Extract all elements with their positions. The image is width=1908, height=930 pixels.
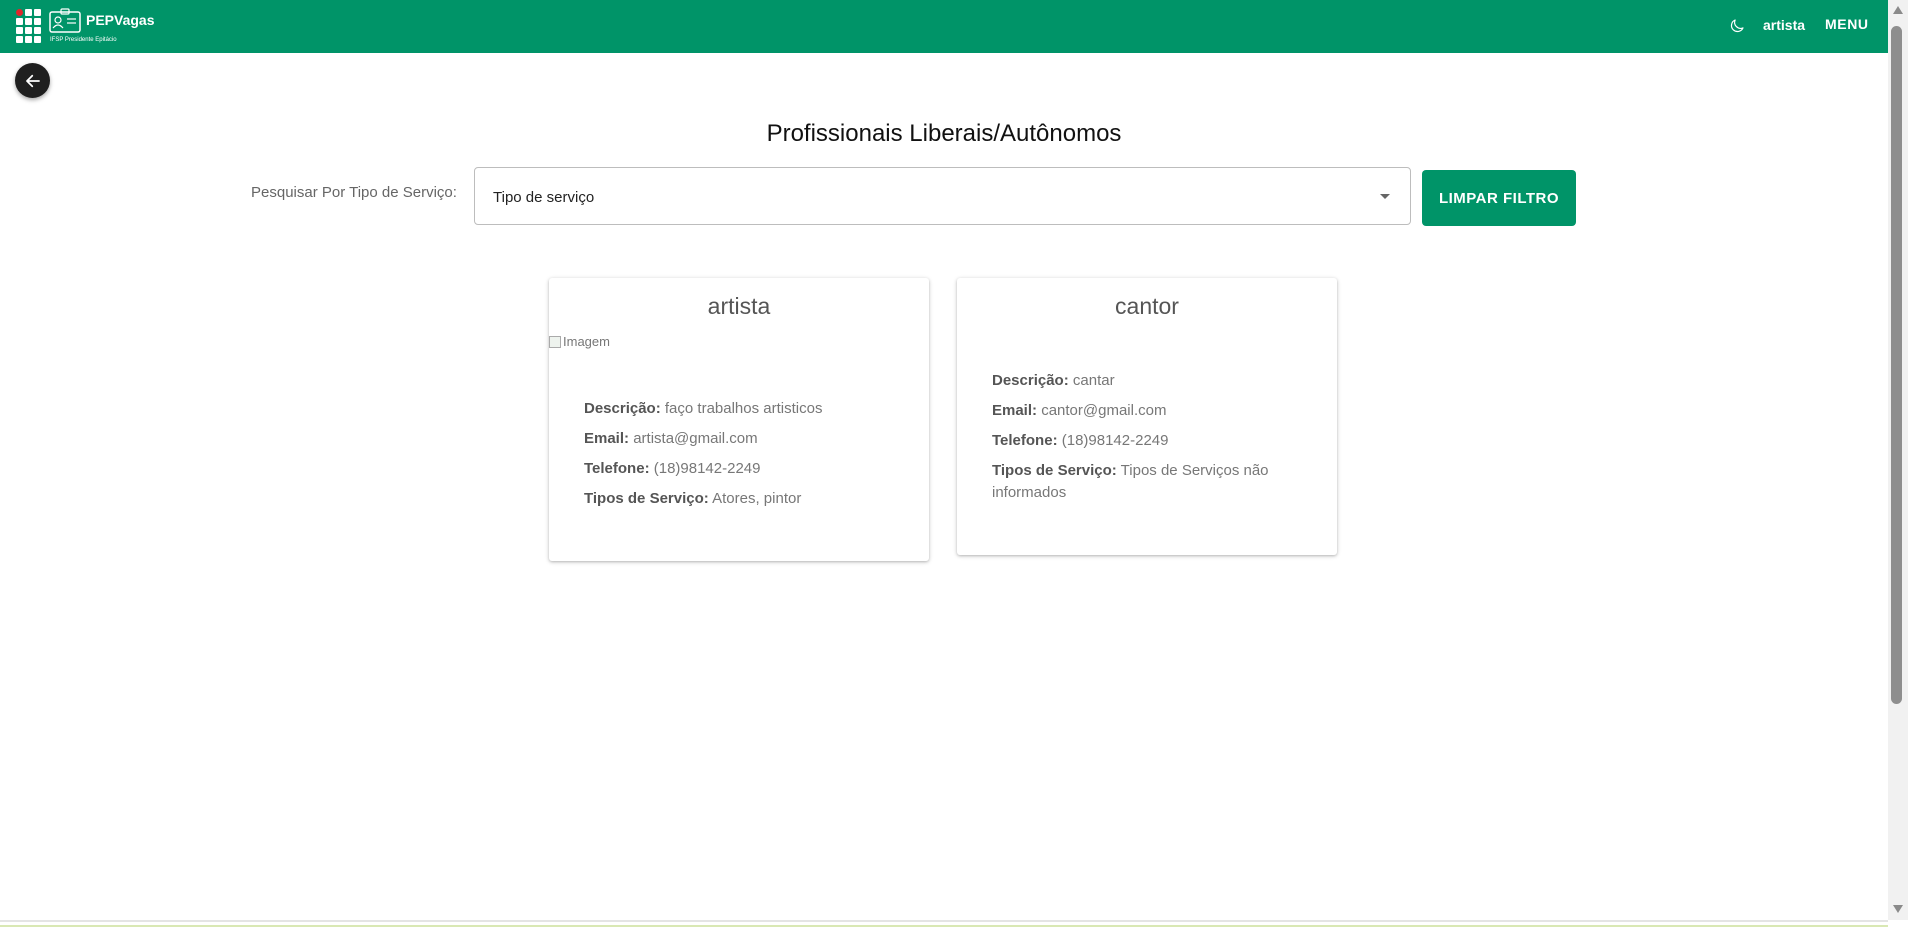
caret-down-icon — [1380, 194, 1390, 199]
description-label: Descrição: — [584, 400, 661, 417]
profile-image: Imagem — [549, 334, 610, 349]
page: PEPVagas IFSP Presidente Epitácio artist… — [0, 0, 1908, 930]
moon-icon[interactable] — [1728, 17, 1746, 35]
services-row: Tipos de Serviço: Atores, pintor — [584, 488, 904, 510]
email-value: artista@gmail.com — [633, 430, 758, 447]
professional-card[interactable]: artista Imagem Descrição: faço trabalhos… — [549, 278, 929, 561]
scrollbar-thumb[interactable] — [1891, 26, 1902, 704]
services-label: Tipos de Serviço: — [584, 490, 709, 507]
menu-button[interactable]: MENU — [1825, 16, 1869, 32]
card-title: artista — [707, 293, 771, 319]
description-value: cantar — [1072, 372, 1115, 389]
phone-label: Telefone: — [992, 432, 1058, 449]
service-type-select[interactable]: Tipo de serviço — [474, 167, 1411, 225]
scroll-down-arrow-icon[interactable] — [1893, 905, 1903, 913]
card-title: cantor — [1115, 293, 1179, 319]
phone-value: (18)98142-2249 — [653, 460, 761, 477]
brand-title[interactable]: PEPVagas — [86, 12, 155, 28]
broken-image-icon — [549, 335, 561, 348]
email-row: Email: artista@gmail.com — [584, 428, 904, 450]
bottom-accent-line — [0, 925, 1888, 927]
email-label: Email: — [584, 430, 630, 447]
bottom-divider — [0, 920, 1888, 922]
page-title: Profissionais Liberais/Autônomos — [766, 120, 1122, 147]
description-row: Descrição: faço trabalhos artisticos — [584, 398, 904, 420]
filter-label: Pesquisar Por Tipo de Serviço: — [251, 184, 457, 201]
phone-row: Telefone: (18)98142-2249 — [584, 458, 904, 480]
phone-value: (18)98142-2249 — [1061, 432, 1169, 449]
top-app-bar: PEPVagas IFSP Presidente Epitácio artist… — [0, 0, 1888, 53]
email-value: cantor@gmail.com — [1041, 402, 1167, 419]
phone-row: Telefone: (18)98142-2249 — [992, 430, 1312, 452]
select-value: Tipo de serviço — [493, 189, 595, 206]
arrow-left-icon — [25, 74, 40, 87]
scroll-up-arrow-icon[interactable] — [1893, 6, 1903, 14]
id-badge-icon — [49, 8, 81, 33]
description-row: Descrição: cantar — [992, 370, 1312, 392]
professional-card[interactable]: cantor Descrição: cantar Email: cantor@g… — [957, 278, 1337, 555]
brand-subtitle: IFSP Presidente Epitácio — [50, 37, 117, 43]
email-row: Email: cantor@gmail.com — [992, 400, 1312, 422]
email-label: Email: — [992, 402, 1038, 419]
description-label: Descrição: — [992, 372, 1069, 389]
user-name[interactable]: artista — [1763, 17, 1805, 33]
back-button[interactable] — [15, 63, 50, 98]
services-label: Tipos de Serviço: — [992, 462, 1117, 479]
clear-filter-button[interactable]: LIMPAR FILTRO — [1422, 170, 1576, 226]
description-value: faço trabalhos artisticos — [664, 400, 823, 417]
ifsp-logo-icon[interactable] — [16, 9, 43, 43]
image-alt-text: Imagem — [563, 334, 610, 349]
phone-label: Telefone: — [584, 460, 650, 477]
services-value: Atores, pintor — [712, 490, 802, 507]
services-row: Tipos de Serviço: Tipos de Serviços não … — [992, 460, 1292, 504]
